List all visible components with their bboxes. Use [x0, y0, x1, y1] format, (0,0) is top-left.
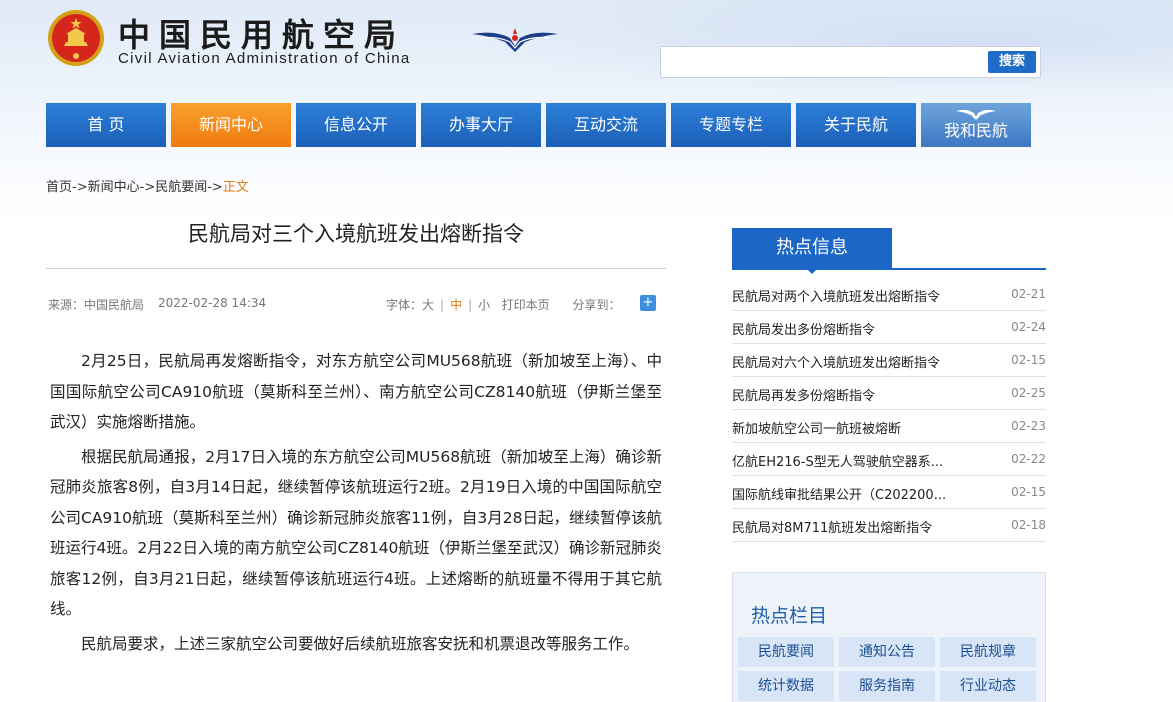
divider: [46, 268, 666, 269]
font-size-large[interactable]: 大: [422, 298, 434, 312]
hot-info-item[interactable]: 新加坡航空公司一航班被熔断 02-23: [732, 410, 1046, 443]
hot-column-statistics[interactable]: 统计数据: [738, 671, 834, 701]
nav-item-special-topics[interactable]: 专题专栏: [671, 103, 791, 147]
article-tools: 字体：大 | 中 | 小 打印本页 分享到：: [386, 298, 621, 312]
breadcrumb-home[interactable]: 首页: [46, 180, 72, 195]
print-link[interactable]: 打印本页: [502, 298, 550, 312]
breadcrumb: 首页->新闻中心->民航要闻->正文: [46, 176, 249, 195]
nav-item-about[interactable]: 关于民航: [796, 103, 916, 147]
hot-info-date: 02-21: [1011, 287, 1046, 301]
breadcrumb-separator: ->: [72, 180, 88, 195]
hot-info-date: 02-15: [1011, 485, 1046, 499]
search-button[interactable]: 搜索: [988, 51, 1036, 73]
hot-info-date: 02-25: [1011, 386, 1046, 400]
hot-info-date: 02-15: [1011, 353, 1046, 367]
font-size-label: 字体：: [386, 298, 423, 312]
hot-info-date: 02-24: [1011, 320, 1046, 334]
hot-columns-panel: 热点栏目 民航要闻 通知公告 民航规章 统计数据 服务指南 行业动态: [732, 572, 1046, 702]
search-box: 搜索: [660, 46, 1041, 78]
main-nav: 首 页 新闻中心 信息公开 办事大厅 互动交流 专题专栏 关于民航 我和民航: [46, 103, 1036, 147]
article-paragraph: 2月25日，民航局再发熔断指令，对东方航空公司MU568航班（新加坡至上海）、中…: [50, 352, 662, 431]
search-input[interactable]: [667, 51, 983, 73]
hot-info-list: 民航局对两个入境航班发出熔断指令 02-21 民航局发出多份熔断指令 02-24 民…: [732, 278, 1046, 542]
share-label: 分享到：: [572, 298, 621, 312]
breadcrumb-separator: ->: [139, 180, 156, 195]
hot-column-notices[interactable]: 通知公告: [839, 637, 935, 667]
hot-info-title: 国际航线审批结果公开（C202200...: [732, 488, 947, 503]
hot-info-item[interactable]: 国际航线审批结果公开（C202200... 02-15: [732, 476, 1046, 509]
hot-info-title: 民航局对两个入境航班发出熔断指令: [732, 290, 941, 305]
article-title: 民航局对三个入境航班发出熔断指令: [188, 222, 524, 246]
nav-item-home[interactable]: 首 页: [46, 103, 166, 147]
hot-info-item[interactable]: 民航局对8M711航班发出熔断指令 02-18: [732, 509, 1046, 542]
nav-item-interaction[interactable]: 互动交流: [546, 103, 666, 147]
hot-column-civil-aviation-news[interactable]: 民航要闻: [738, 637, 834, 667]
breadcrumb-news-center[interactable]: 新闻中心: [88, 180, 140, 195]
hot-info-item[interactable]: 民航局发出多份熔断指令 02-24: [732, 311, 1046, 344]
hot-info-underline: [732, 268, 1046, 270]
hot-column-service-guide[interactable]: 服务指南: [839, 671, 935, 701]
article-source: 来源：中国民航局: [48, 298, 145, 312]
share-plus-icon[interactable]: +: [640, 295, 656, 311]
breadcrumb-separator: ->: [207, 180, 223, 195]
article-paragraph: 民航局要求，上述三家航空公司要做好后续航班旅客安抚和机票退改等服务工作。: [81, 634, 640, 653]
site-title-english: Civil Aviation Administration of China: [118, 50, 411, 67]
hot-info-title: 民航局再发多份熔断指令: [732, 389, 876, 404]
breadcrumb-current: 正文: [222, 180, 249, 195]
hot-info-item[interactable]: 民航局再发多份熔断指令 02-25: [732, 377, 1046, 410]
nav-item-label: 我和民航: [943, 121, 1008, 140]
hot-info-header: 热点信息: [732, 228, 892, 274]
wings-icon: [956, 109, 996, 120]
hot-info-title: 新加坡航空公司一航班被熔断: [732, 422, 902, 437]
hot-columns-title: 热点栏目: [751, 605, 828, 627]
nav-item-info-disclosure[interactable]: 信息公开: [296, 103, 416, 147]
hot-column-industry-news[interactable]: 行业动态: [940, 671, 1036, 701]
hot-info-date: 02-23: [1011, 419, 1046, 433]
breadcrumb-civil-aviation-news[interactable]: 民航要闻: [155, 180, 207, 195]
nav-item-me-and-civil-aviation[interactable]: 我和民航: [921, 103, 1031, 147]
nav-item-news-center[interactable]: 新闻中心: [171, 103, 291, 147]
article-paragraph: 根据民航局通报，2月17日入境的东方航空公司MU568航班（新加坡至上海）确诊新…: [50, 447, 662, 619]
hot-info-item[interactable]: 民航局对六个入境航班发出熔断指令 02-15: [732, 344, 1046, 377]
font-size-small[interactable]: 小: [478, 298, 490, 312]
hot-info-item[interactable]: 亿航EH216-S型无人驾驶航空器系... 02-22: [732, 443, 1046, 476]
article-body: 2月25日，民航局再发熔断指令，对东方航空公司MU568航班（新加坡至上海）、中…: [50, 346, 662, 663]
hot-info-title: 民航局发出多份熔断指令: [732, 323, 876, 338]
hot-info-title: 民航局对六个入境航班发出熔断指令: [732, 356, 941, 371]
national-emblem-icon: [48, 10, 104, 66]
hot-info-date: 02-18: [1011, 518, 1046, 532]
nav-item-service-hall[interactable]: 办事大厅: [421, 103, 541, 147]
article-date: 2022-02-28 14:34: [158, 296, 267, 310]
hot-info-title: 民航局对8M711航班发出熔断指令: [732, 521, 933, 536]
caac-wings-logo-icon: [472, 28, 558, 52]
font-size-medium[interactable]: 中: [450, 298, 462, 312]
hot-info-title: 亿航EH216-S型无人驾驶航空器系...: [732, 455, 944, 470]
hot-column-regulations[interactable]: 民航规章: [940, 637, 1036, 667]
hot-info-date: 02-22: [1011, 452, 1046, 466]
hot-info-item[interactable]: 民航局对两个入境航班发出熔断指令 02-21: [732, 278, 1046, 311]
